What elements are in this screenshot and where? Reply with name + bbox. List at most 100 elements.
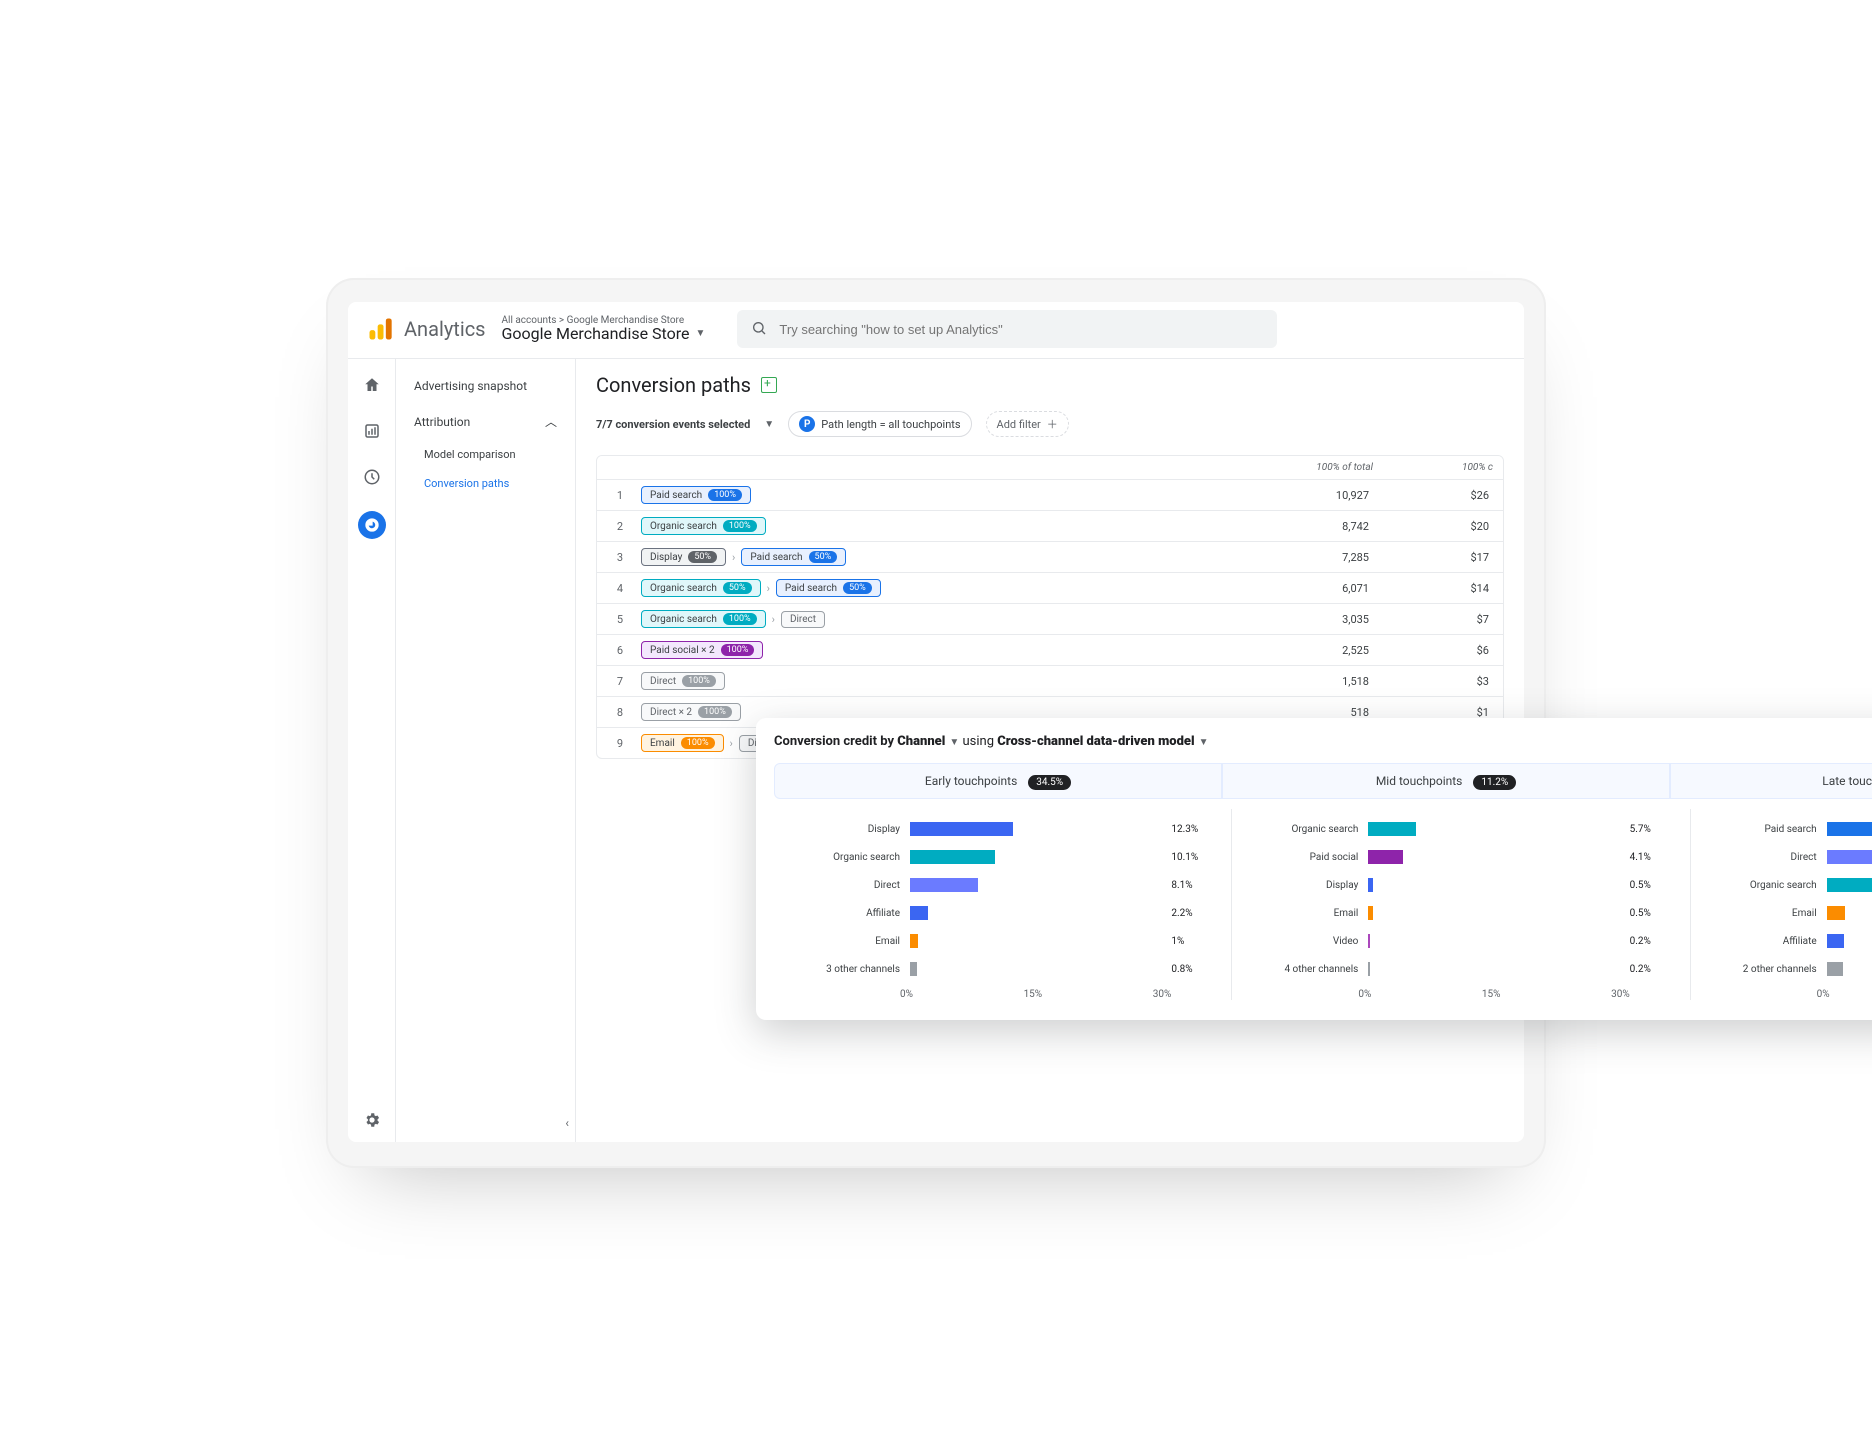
bar-track [910,878,1161,892]
row-revenue: $26 [1383,481,1503,510]
touchpoints-popout-card: Conversion credit by Channel▼ using Cros… [756,718,1872,1020]
p-badge-icon: P [799,416,815,432]
bar-track [1827,878,1872,892]
page-title: Conversion paths [596,373,751,397]
channel-chip-display: Display50% [641,548,726,566]
row-index: 9 [597,729,633,758]
rail-settings[interactable] [360,1118,384,1142]
chip-label: Direct [790,614,816,625]
bar-row: Video0.2% [1248,927,1673,955]
row-index: 5 [597,605,633,634]
bar-label: Email [1707,908,1817,919]
filter-bar: 7/7 conversion events selected ▼ P Path … [596,411,1504,437]
document-plus-icon[interactable] [761,377,777,393]
bar-value: 5.7% [1630,824,1674,835]
bar-label: Direct [790,880,900,891]
table-row[interactable]: 4Organic search50%›Paid search50%6,071$1… [597,573,1503,604]
rail-advertising[interactable] [358,511,386,539]
bar-row: Display 12.3% [790,815,1215,843]
axis-tick: 0% [1358,989,1371,1000]
chip-percent: 50% [688,551,717,563]
tab-mid-touchpoints[interactable]: Mid touchpoints 11.2% [1222,763,1670,799]
app-logo[interactable]: Analytics [366,315,486,343]
bar-value: 12.3% [1171,824,1215,835]
row-path: Display50%›Paid search50% [633,542,1223,572]
bar-track [910,850,1161,864]
bar-fill [1827,962,1844,976]
chevron-right-icon: › [772,613,775,626]
bar-label: Direct [1707,852,1817,863]
bar-track [1368,850,1619,864]
bar-label: Organic search [1707,880,1817,891]
row-revenue: $20 [1383,512,1503,541]
rail-explore[interactable] [360,465,384,489]
bar-value: 4.1% [1630,852,1674,863]
topbar: Analytics All accounts > Google Merchand… [348,302,1524,359]
path-length-chip[interactable]: P Path length = all touchpoints [788,411,971,437]
bar-fill [910,962,917,976]
table-row[interactable]: 6Paid social × 2100%2,525$6 [597,635,1503,666]
search-input[interactable] [777,321,1263,338]
bar-track [1368,878,1619,892]
table-row[interactable]: 5Organic search100%›Direct3,035$7 [597,604,1503,635]
bar-track [910,906,1161,920]
chip-percent: 100% [682,675,716,687]
plus-icon: ＋ [1047,416,1058,432]
row-path: Paid social × 2100% [633,635,1223,665]
model-picker[interactable]: Cross-channel data-driven model▼ [997,734,1208,749]
bar-value: 8.1% [1171,880,1215,891]
chip-label: Paid search [650,490,702,501]
bar-label: 4 other channels [1248,964,1358,975]
bar-fill [1368,906,1372,920]
dimension-picker[interactable]: Channel▼ [897,734,959,749]
chip-percent: 50% [843,582,872,594]
chip-percent: 100% [723,613,757,625]
row-conversions: 6,071 [1223,574,1383,603]
sidenav-item-snapshot[interactable]: Advertising snapshot [396,369,575,403]
tab-late-touchpoints[interactable]: Late touchpoints 54.3% [1670,763,1872,799]
chip-label: Organic search [650,614,717,625]
bar-row: Affiliate2.1% [1707,927,1872,955]
add-filter-button[interactable]: Add filter ＋ [986,411,1069,437]
bar-fill [1827,822,1872,836]
row-conversions: 1,518 [1223,667,1383,696]
bar-fill [1368,934,1370,948]
tab-pct-badge: 11.2% [1473,775,1516,790]
conversion-events-selector[interactable]: 7/7 conversion events selected [596,418,750,431]
table-row[interactable]: 3Display50%›Paid search50%7,285$17 [597,542,1503,573]
add-filter-label: Add filter [997,418,1041,431]
bar-row: Paid search24.6% [1707,815,1872,843]
bar-row: Paid social4.1% [1248,843,1673,871]
search-input-container[interactable] [737,310,1277,348]
table-row[interactable]: 7Direct100%1,518$3 [597,666,1503,697]
table-row[interactable]: 1Paid search100%10,927$26 [597,480,1503,511]
channel-chip-paid-social: Paid social × 2100% [641,641,763,659]
rail-home[interactable] [360,373,384,397]
sidenav: Advertising snapshot Attribution ︿ Model… [396,359,576,1142]
bar-track [1368,906,1619,920]
property-picker[interactable]: All accounts > Google Merchandise Store … [502,315,706,343]
sidenav-section-attribution[interactable]: Attribution ︿ [396,403,575,440]
bar-label: Video [1248,936,1358,947]
bar-row: Direct 8.1% [790,871,1215,899]
tab-early-touchpoints[interactable]: Early touchpoints 34.5% [774,763,1222,799]
bar-label: Email [1248,908,1358,919]
row-revenue: $14 [1383,574,1503,603]
sidenav-item-model-comparison[interactable]: Model comparison [396,440,575,469]
row-revenue: $17 [1383,543,1503,572]
row-revenue: $7 [1383,605,1503,634]
sidenav-collapse[interactable]: ‹ [565,1116,569,1130]
bar-row: Email 0.5% [1248,899,1673,927]
channel-chip-direct: Direct × 2100% [641,703,741,721]
caret-down-icon: ▼ [764,419,774,430]
chip-percent: 100% [723,520,757,532]
bar-label: 2 other channels [1707,964,1817,975]
bar-fill [910,850,995,864]
axis-tick: 30% [1611,989,1630,1000]
bar-label: Display [790,824,900,835]
axis-tick: 0% [1817,989,1830,1000]
table-row[interactable]: 2Organic search100%8,742$20 [597,511,1503,542]
bar-value: 0.5% [1630,908,1674,919]
sidenav-item-conversion-paths[interactable]: Conversion paths [396,469,575,498]
rail-reports[interactable] [360,419,384,443]
